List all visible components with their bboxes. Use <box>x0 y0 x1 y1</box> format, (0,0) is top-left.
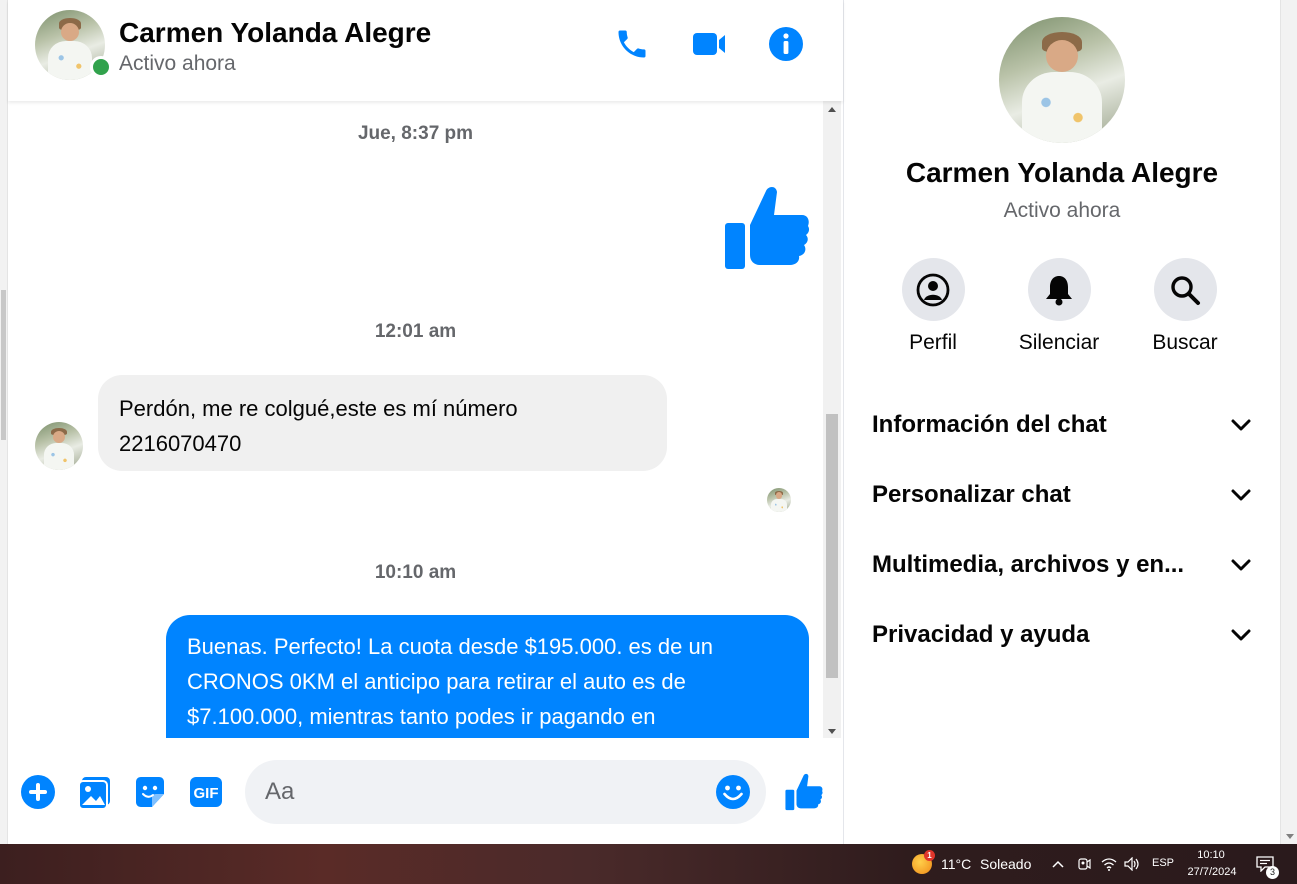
chevron-down-icon <box>1231 419 1251 431</box>
image-icon[interactable] <box>75 772 115 812</box>
chat-info-panel: Carmen Yolanda Alegre Activo ahora Perfi… <box>844 0 1280 844</box>
profile-avatar-large[interactable] <box>999 17 1125 143</box>
scroll-down-arrow[interactable] <box>828 729 836 734</box>
seen-receipt-avatar <box>767 488 791 512</box>
sender-avatar <box>35 422 83 470</box>
scroll-thumb[interactable] <box>826 414 838 678</box>
search-label: Buscar <box>1152 331 1218 354</box>
contact-status: Activo ahora <box>119 52 236 75</box>
phone-icon[interactable] <box>612 24 652 64</box>
section-customize-chat[interactable]: Personalizar chat <box>872 471 1252 521</box>
profile-status: Activo ahora <box>1003 199 1121 222</box>
online-status-dot <box>90 56 112 78</box>
left-scroll-thumb[interactable] <box>1 290 6 440</box>
search-button[interactable]: Buscar <box>1130 258 1240 355</box>
input-language[interactable]: ESP <box>1152 857 1174 869</box>
incoming-message-bubble[interactable]: Perdón, me re colgué,este es mí número 2… <box>98 375 667 471</box>
section-title: Privacidad y ayuda <box>872 621 1090 648</box>
info-icon[interactable] <box>766 24 806 64</box>
page-scrollbar[interactable] <box>1280 0 1297 844</box>
timestamp: Jue, 8:37 pm <box>357 123 474 144</box>
weather-badge: 1 <box>924 850 935 861</box>
search-icon <box>1153 258 1217 321</box>
section-media-files[interactable]: Multimedia, archivos y en... <box>872 541 1252 591</box>
section-privacy-help[interactable]: Privacidad y ayuda <box>872 611 1252 661</box>
section-title: Multimedia, archivos y en... <box>872 551 1185 578</box>
gif-icon[interactable]: GIF <box>186 772 226 812</box>
timestamp: 10:10 am <box>374 562 457 583</box>
emoji-icon[interactable] <box>715 774 751 810</box>
bell-icon <box>1027 258 1091 321</box>
volume-icon[interactable] <box>1122 854 1142 874</box>
timestamp: 12:01 am <box>374 321 457 342</box>
left-window-edge <box>0 0 8 844</box>
profile-button[interactable]: Perfil <box>878 258 988 355</box>
notification-count: 3 <box>1266 866 1279 879</box>
section-chat-info[interactable]: Información del chat <box>872 401 1252 451</box>
weather-description[interactable]: Soleado <box>980 856 1031 872</box>
page-scroll-down-arrow[interactable] <box>1286 834 1294 839</box>
video-camera-icon[interactable] <box>689 24 729 64</box>
outgoing-message-bubble[interactable]: Buenas. Perfecto! La cuota desde $195.00… <box>166 615 809 738</box>
thumbs-up-icon[interactable] <box>784 772 824 812</box>
message-composer: GIF <box>8 738 843 844</box>
gif-label: GIF <box>194 785 219 802</box>
plus-icon[interactable] <box>18 772 58 812</box>
mute-button[interactable]: Silenciar <box>1004 258 1114 355</box>
chevron-up-icon[interactable] <box>1048 854 1068 874</box>
weather-temperature[interactable]: 11°C <box>941 856 971 872</box>
chevron-down-icon <box>1231 629 1251 641</box>
scroll-up-arrow[interactable] <box>828 107 836 112</box>
sticker-icon[interactable] <box>130 772 170 812</box>
clock-time[interactable]: 10:10 <box>1186 849 1236 861</box>
profile-label: Perfil <box>909 331 957 354</box>
mute-label: Silenciar <box>1018 331 1100 354</box>
message-scrollbar[interactable] <box>823 101 841 738</box>
wifi-icon[interactable] <box>1099 854 1119 874</box>
chat-header: Carmen Yolanda Alegre Activo ahora <box>8 0 843 101</box>
message-input[interactable] <box>265 760 705 824</box>
message-input-wrapper <box>245 760 766 824</box>
message-list: Jue, 8:37 pm 12:01 am Perdón, me re colg… <box>8 101 823 738</box>
sent-thumbs-up-icon <box>724 185 810 276</box>
section-title: Información del chat <box>872 411 1107 438</box>
section-title: Personalizar chat <box>872 481 1071 508</box>
profile-name: Carmen Yolanda Alegre <box>905 157 1219 188</box>
chevron-down-icon <box>1231 559 1251 571</box>
profile-icon <box>901 258 965 321</box>
contact-name[interactable]: Carmen Yolanda Alegre <box>119 17 431 49</box>
meet-now-icon[interactable] <box>1074 854 1094 874</box>
windows-taskbar: 1 11°C Soleado ESP 10:10 27/7/2024 3 <box>0 844 1297 884</box>
clock-date[interactable]: 27/7/2024 <box>1183 866 1241 878</box>
chevron-down-icon <box>1231 489 1251 501</box>
